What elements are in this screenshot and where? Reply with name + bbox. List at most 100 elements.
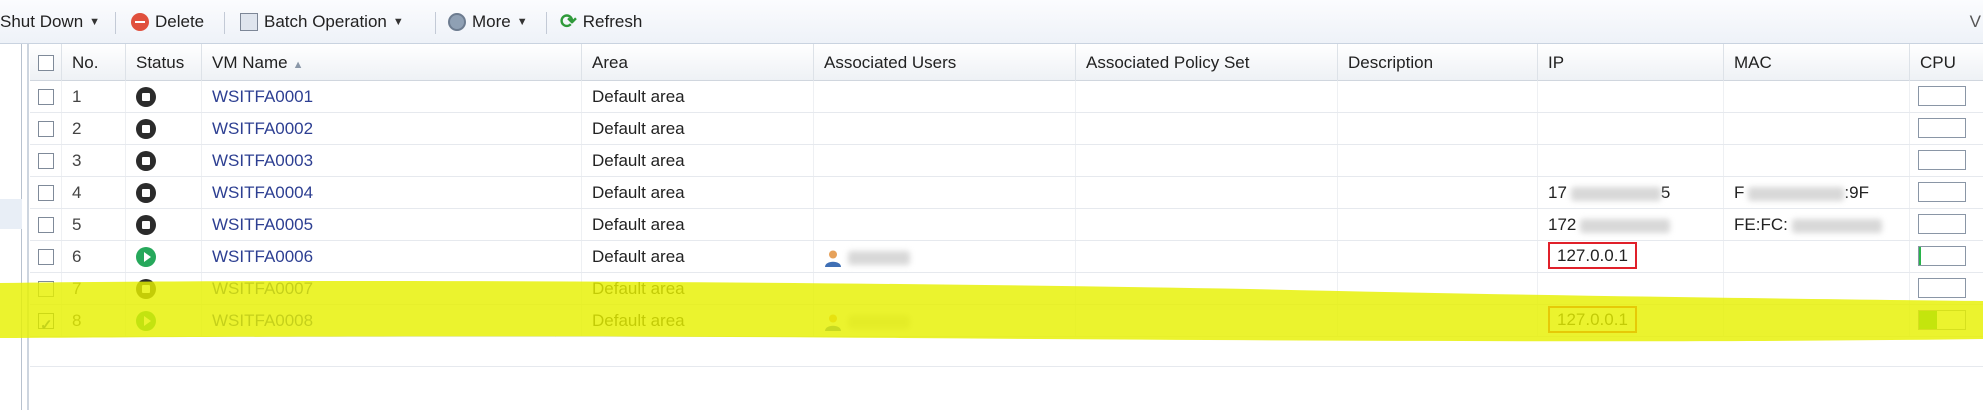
column-header-no[interactable]: No. [62, 44, 126, 81]
row-checkbox[interactable] [38, 216, 54, 233]
column-header-status[interactable]: Status [126, 44, 202, 81]
table-row[interactable]: 5 WSITFA0005 Default area 172 FE:FC: [30, 209, 1983, 241]
cpu-usage-bar [1918, 246, 1966, 266]
refresh-button[interactable]: ⟳ Refresh [560, 0, 642, 44]
shutdown-button[interactable]: Shut Down ▼ [0, 0, 100, 44]
table-row[interactable]: 2 WSITFA0002 Default area [30, 113, 1983, 145]
mac-value-tail: :9F [1844, 183, 1869, 202]
description-cell [1338, 241, 1538, 272]
table-row[interactable]: 7 WSITFA0007 Default area [30, 273, 1983, 305]
row-checkbox[interactable] [38, 248, 54, 265]
table-row[interactable]: 6 WSITFA0006 Default area 127.0.0.1 [30, 241, 1983, 273]
column-header-associated-users[interactable]: Associated Users [814, 44, 1076, 81]
vm-name-link[interactable]: WSITFA0006 [212, 247, 313, 266]
toolbar-divider [115, 12, 116, 34]
vm-name-link[interactable]: WSITFA0004 [212, 183, 313, 202]
row-checkbox[interactable] [38, 280, 54, 297]
mac-cell [1724, 273, 1910, 304]
cpu-cell [1910, 209, 1983, 240]
mac-cell: FE:FC: [1724, 209, 1910, 240]
select-all-checkbox[interactable] [38, 54, 54, 71]
table-row[interactable]: 8 WSITFA0008 Default area 127.0.0.1 [30, 305, 1983, 337]
row-checkbox[interactable] [38, 120, 54, 137]
user-icon [825, 314, 841, 331]
cpu-cell [1910, 177, 1983, 208]
associated-users-cell [814, 209, 1076, 240]
column-header-mac[interactable]: MAC [1724, 44, 1910, 81]
gear-icon [448, 13, 466, 31]
vm-name-cell: WSITFA0004 [202, 177, 582, 208]
row-checkbox[interactable] [38, 184, 54, 201]
row-checkbox[interactable] [38, 88, 54, 105]
row-checkbox-cell [30, 241, 62, 272]
vm-name-link[interactable]: WSITFA0002 [212, 119, 313, 138]
batch-operation-button[interactable]: Batch Operation ▼ [240, 0, 404, 44]
cpu-usage-bar [1918, 118, 1966, 138]
row-checkbox-cell [30, 273, 62, 304]
table-row[interactable]: 3 WSITFA0003 Default area [30, 145, 1983, 177]
delete-button[interactable]: Delete [131, 0, 204, 44]
row-number: 7 [62, 273, 126, 304]
column-header-area[interactable]: Area [582, 44, 814, 81]
grid-header: No. Status VM Name ▲ Area Associated User… [30, 44, 1983, 81]
stopped-status-icon [136, 215, 156, 235]
status-cell [126, 113, 202, 144]
mac-value: FE:FC: [1734, 215, 1788, 234]
ip-cell: 127.0.0.1 [1538, 305, 1724, 336]
row-checkbox-cell [30, 113, 62, 144]
status-cell [126, 273, 202, 304]
associated-policy-set-cell [1076, 145, 1338, 176]
column-header-ip[interactable]: IP [1538, 44, 1724, 81]
column-header-vm-name[interactable]: VM Name ▲ [202, 44, 582, 81]
row-number: 2 [62, 113, 126, 144]
cpu-cell [1910, 273, 1983, 304]
mac-cell [1724, 305, 1910, 336]
associated-users-cell [814, 113, 1076, 144]
toolbar: Shut Down ▼ Delete Batch Operation ▼ Mor… [0, 0, 1983, 44]
cpu-usage-bar [1918, 310, 1966, 330]
more-button[interactable]: More ▼ [448, 0, 528, 44]
vm-name-link[interactable]: WSITFA0007 [212, 279, 313, 298]
redacted-mac [1748, 186, 1845, 201]
area-cell: Default area [582, 145, 814, 176]
description-cell [1338, 177, 1538, 208]
column-header-cpu[interactable]: CPU [1910, 44, 1983, 81]
stopped-status-icon [136, 119, 156, 139]
status-cell [126, 177, 202, 208]
cpu-cell [1910, 113, 1983, 144]
cpu-usage-fill [1919, 247, 1922, 265]
vm-name-cell: WSITFA0001 [202, 81, 582, 112]
row-checkbox-cell [30, 81, 62, 112]
ip-cell: 127.0.0.1 [1538, 241, 1724, 272]
redacted-ip [1570, 186, 1661, 201]
stopped-status-icon [136, 279, 156, 299]
select-all-cell [30, 44, 62, 81]
ip-cell [1538, 81, 1724, 112]
vm-name-cell: WSITFA0007 [202, 273, 582, 304]
vm-name-link[interactable]: WSITFA0001 [212, 87, 313, 106]
row-number: 1 [62, 81, 126, 112]
area-cell: Default area [582, 177, 814, 208]
associated-policy-set-cell [1076, 177, 1338, 208]
cpu-cell [1910, 81, 1983, 112]
table-row[interactable]: 1 WSITFA0001 Default area [30, 81, 1983, 113]
vm-name-link[interactable]: WSITFA0003 [212, 151, 313, 170]
status-cell [126, 209, 202, 240]
left-panel-selected-item[interactable] [0, 199, 22, 229]
mac-cell: F:9F [1724, 177, 1910, 208]
area-cell: Default area [582, 81, 814, 112]
status-cell [126, 145, 202, 176]
row-checkbox[interactable] [38, 152, 54, 169]
row-checkbox[interactable] [38, 310, 54, 336]
row-number: 6 [62, 241, 126, 272]
chevron-down-icon: ▼ [89, 16, 101, 28]
toolbar-divider [435, 12, 436, 34]
sort-ascending-icon: ▲ [292, 59, 304, 71]
status-cell [126, 305, 202, 336]
column-header-associated-policy-set[interactable]: Associated Policy Set [1076, 44, 1338, 81]
column-header-description[interactable]: Description [1338, 44, 1538, 81]
table-row[interactable]: 4 WSITFA0004 Default area 17 5 F:9F [30, 177, 1983, 209]
vm-name-link[interactable]: WSITFA0005 [212, 215, 313, 234]
cpu-usage-bar [1918, 214, 1966, 234]
vm-name-link[interactable]: WSITFA0008 [212, 311, 313, 330]
